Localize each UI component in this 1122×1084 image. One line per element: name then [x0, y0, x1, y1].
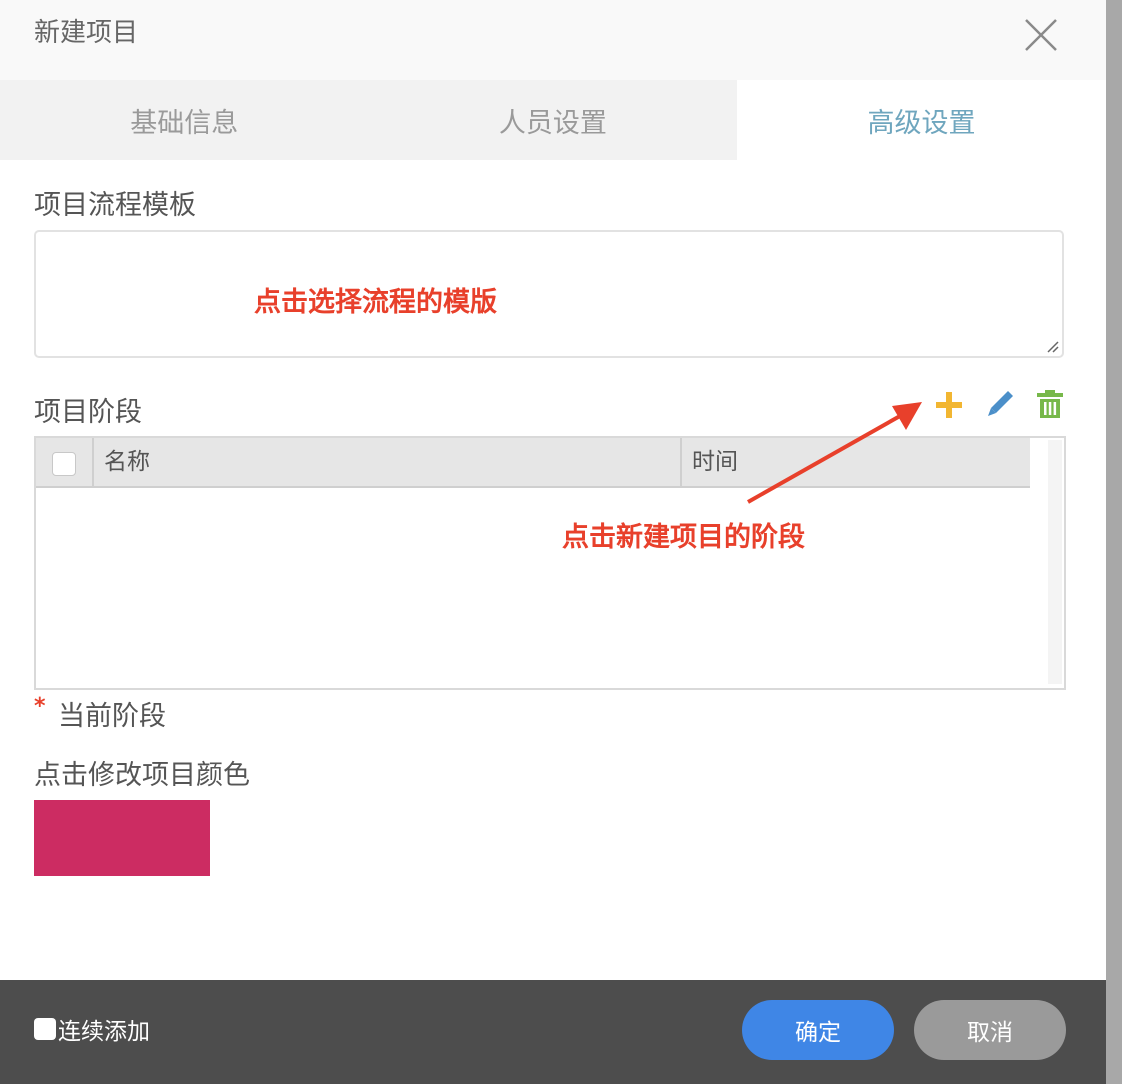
- continuous-add-checkbox[interactable]: [34, 1018, 56, 1040]
- dialog-footer: 连续添加 确定 取消: [0, 980, 1106, 1084]
- close-icon[interactable]: [1020, 14, 1062, 56]
- confirm-button[interactable]: 确定: [742, 1000, 894, 1060]
- tab-member-settings[interactable]: 人员设置: [368, 80, 738, 160]
- dialog-title: 新建项目: [34, 18, 139, 48]
- resize-grip-icon[interactable]: [1046, 340, 1060, 354]
- cancel-button[interactable]: 取消: [914, 1000, 1066, 1060]
- new-project-dialog: 新建项目 基础信息 人员设置 高级设置 项目流程模板 点击选择流程的模版 项目阶…: [0, 0, 1106, 1084]
- template-annotation: 点击选择流程的模版: [254, 287, 497, 318]
- template-input[interactable]: [34, 230, 1064, 358]
- select-all-cell: [36, 438, 94, 486]
- required-mark: *: [34, 694, 46, 719]
- column-header-name[interactable]: 名称: [94, 438, 682, 486]
- annotation-arrow: [747, 402, 922, 504]
- tab-basic-info[interactable]: 基础信息: [0, 80, 369, 160]
- select-all-checkbox[interactable]: [52, 452, 76, 476]
- stage-label: 项目阶段: [34, 397, 142, 428]
- color-label: 点击修改项目颜色: [34, 760, 250, 791]
- table-scrollbar[interactable]: [1048, 440, 1062, 684]
- trash-icon[interactable]: [1034, 388, 1066, 420]
- continuous-add-label: 连续添加: [58, 1019, 150, 1045]
- project-color-swatch[interactable]: [34, 800, 210, 876]
- pencil-icon[interactable]: [984, 388, 1016, 420]
- dialog-header: 新建项目: [0, 0, 1106, 80]
- stage-annotation: 点击新建项目的阶段: [562, 522, 805, 553]
- tab-advanced-settings[interactable]: 高级设置: [737, 80, 1106, 160]
- current-stage-label: 当前阶段: [58, 701, 166, 732]
- template-label: 项目流程模板: [34, 190, 196, 221]
- tab-bar: 基础信息 人员设置 高级设置: [0, 80, 1106, 160]
